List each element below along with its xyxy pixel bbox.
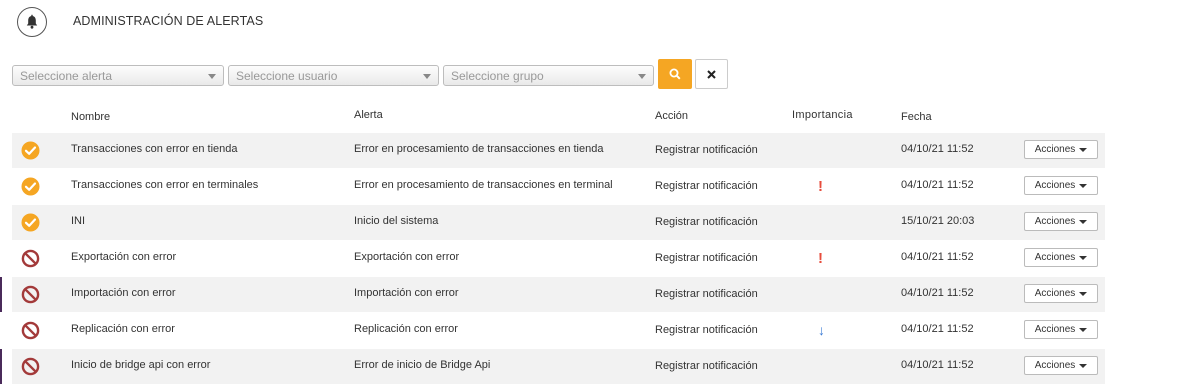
row-accion: Registrar notificación: [655, 216, 758, 228]
actions-dropdown-button[interactable]: Acciones: [1024, 176, 1098, 195]
row-fecha: 04/10/21 11:52: [901, 287, 974, 299]
check-circle-icon: [21, 213, 40, 232]
caret-down-icon: [1079, 327, 1088, 332]
blocked-icon: [21, 321, 40, 340]
table-row[interactable]: Importación con error Importación con err…: [0, 277, 1105, 312]
column-header-fecha[interactable]: Fecha: [901, 111, 932, 123]
row-accion: Registrar notificación: [655, 288, 758, 300]
caret-down-icon: [1079, 219, 1088, 224]
actions-label: Acciones: [1034, 324, 1076, 335]
check-circle-icon: [21, 177, 40, 196]
row-nombre: INI: [71, 215, 86, 227]
caret-down-icon: [1079, 183, 1088, 188]
clear-button[interactable]: [695, 59, 728, 89]
search-icon: [669, 68, 681, 80]
row-alerta: Exportación con error: [354, 251, 460, 263]
importance-high-icon: !: [818, 178, 823, 195]
actions-label: Acciones: [1034, 360, 1076, 371]
row-alerta: Error en procesamiento de transacciones …: [354, 143, 604, 155]
table-row[interactable]: Transacciones con error en terminales Err…: [12, 169, 1105, 204]
row-nombre: Exportación con error: [71, 251, 177, 263]
page-header: ADMINISTRACIÓN DE ALERTAS: [17, 6, 263, 38]
row-accion: Registrar notificación: [655, 180, 758, 192]
actions-label: Acciones: [1034, 216, 1076, 227]
chevron-down-icon: [423, 73, 431, 79]
bell-icon[interactable]: [17, 7, 47, 37]
column-header-accion[interactable]: Acción: [655, 110, 688, 122]
row-fecha: 04/10/21 11:52: [901, 359, 974, 371]
row-nombre: Inicio de bridge api con error: [71, 359, 211, 371]
importance-low-icon: ↓: [818, 322, 825, 338]
close-icon: [707, 69, 716, 79]
row-accion: Registrar notificación: [655, 252, 758, 264]
check-circle-icon: [21, 141, 40, 160]
row-alerta: Inicio del sistema: [354, 215, 439, 227]
actions-label: Acciones: [1034, 252, 1076, 263]
actions-label: Acciones: [1034, 180, 1076, 191]
row-alerta: Error de inicio de Bridge Api: [354, 359, 491, 371]
caret-down-icon: [1079, 291, 1088, 296]
alert-select[interactable]: Seleccione alerta: [12, 64, 224, 86]
row-nombre: Transacciones con error en terminales: [71, 179, 259, 191]
actions-label: Acciones: [1034, 288, 1076, 299]
group-select[interactable]: Seleccione grupo: [443, 64, 654, 86]
caret-down-icon: [1079, 147, 1088, 152]
actions-dropdown-button[interactable]: Acciones: [1024, 320, 1098, 339]
row-alerta: Importación con error: [354, 287, 459, 299]
user-select-placeholder: Seleccione usuario: [236, 68, 338, 83]
actions-dropdown-button[interactable]: Acciones: [1024, 212, 1098, 231]
row-alerta: Replicación con error: [354, 323, 458, 335]
blocked-icon: [21, 285, 40, 304]
row-alerta: Error en procesamiento de transacciones …: [354, 179, 613, 191]
column-header-nombre[interactable]: Nombre: [71, 111, 110, 123]
row-fecha: 04/10/21 11:52: [901, 323, 974, 335]
actions-dropdown-button[interactable]: Acciones: [1024, 356, 1098, 375]
actions-dropdown-button[interactable]: Acciones: [1024, 140, 1098, 159]
row-nombre: Importación con error: [71, 287, 176, 299]
row-accion: Registrar notificación: [655, 324, 758, 336]
table-row[interactable]: Inicio de bridge api con error Error de i…: [0, 349, 1105, 384]
filter-bar: Seleccione alerta Seleccione usuario Sel…: [12, 59, 728, 89]
caret-down-icon: [1079, 363, 1088, 368]
actions-label: Acciones: [1034, 144, 1076, 155]
row-fecha: 04/10/21 11:52: [901, 179, 974, 191]
table-row[interactable]: Exportación con error Exportación con err…: [12, 241, 1105, 276]
column-header-importancia[interactable]: Importancia: [792, 109, 853, 121]
row-fecha: 15/10/21 20:03: [901, 215, 975, 227]
chevron-down-icon: [208, 73, 216, 79]
caret-down-icon: [1079, 255, 1088, 260]
row-nombre: Replicación con error: [71, 323, 175, 335]
row-fecha: 04/10/21 11:52: [901, 251, 974, 263]
blocked-icon: [21, 249, 40, 268]
alert-select-placeholder: Seleccione alerta: [20, 68, 113, 83]
column-header-alerta[interactable]: Alerta: [354, 109, 383, 121]
page-title: ADMINISTRACIÓN DE ALERTAS: [73, 14, 264, 28]
row-accion: Registrar notificación: [655, 360, 758, 372]
table-row[interactable]: INI Inicio del sistema Registrar notificac…: [12, 205, 1105, 240]
row-nombre: Transacciones con error en tienda: [71, 143, 238, 155]
actions-dropdown-button[interactable]: Acciones: [1024, 284, 1098, 303]
blocked-icon: [21, 357, 40, 376]
group-select-placeholder: Seleccione grupo: [451, 68, 544, 83]
user-select[interactable]: Seleccione usuario: [228, 64, 439, 86]
chevron-down-icon: [638, 73, 646, 79]
table-row[interactable]: Transacciones con error en tienda Error e…: [12, 133, 1105, 168]
row-accion: Registrar notificación: [655, 144, 758, 156]
actions-dropdown-button[interactable]: Acciones: [1024, 248, 1098, 267]
table-row[interactable]: Replicación con error Replicación con err…: [12, 313, 1105, 348]
importance-high-icon: !: [818, 250, 823, 267]
search-button[interactable]: [658, 59, 692, 89]
row-fecha: 04/10/21 11:52: [901, 143, 974, 155]
